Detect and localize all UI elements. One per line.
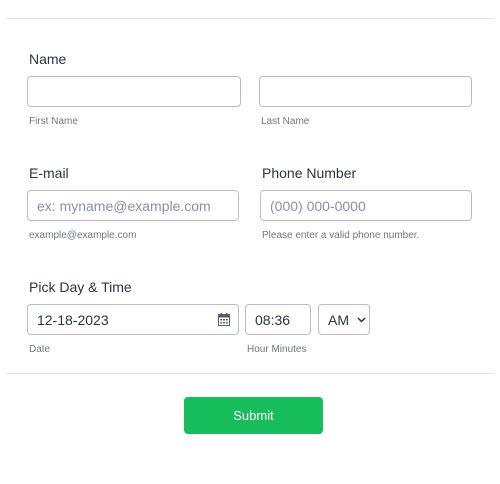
chevron-down-icon [357, 316, 366, 323]
phone-label: Phone Number [262, 165, 357, 181]
ampm-value: AM [328, 311, 349, 328]
last-name-sublabel: Last Name [261, 116, 310, 127]
datetime-label: Pick Day & Time [29, 279, 132, 295]
date-value: 12-18-2023 [37, 311, 109, 328]
name-label: Name [29, 51, 67, 67]
email-sublabel: example@example.com [29, 230, 137, 241]
time-value: 08:36 [255, 311, 291, 328]
first-name-input[interactable] [27, 76, 241, 107]
last-name-input[interactable] [259, 76, 472, 107]
phone-sublabel: Please enter a valid phone number. [262, 230, 420, 241]
date-sublabel: Date [29, 344, 51, 355]
calendar-icon[interactable] [218, 313, 230, 326]
date-input[interactable]: 12-18-2023 [27, 304, 239, 335]
time-input[interactable]: 08:36 [245, 304, 311, 335]
email-label: E-mail [29, 165, 69, 181]
submit-button[interactable]: Submit [184, 397, 323, 434]
first-name-sublabel: First Name [29, 116, 78, 127]
email-field[interactable]: ex: myname@example.com [27, 190, 239, 221]
time-sublabel: Hour Minutes [247, 344, 307, 355]
phone-placeholder: (000) 000-0000 [270, 197, 366, 214]
form-divider [6, 373, 494, 374]
top-divider [6, 18, 494, 19]
phone-field[interactable]: (000) 000-0000 [260, 190, 472, 221]
email-placeholder: ex: myname@example.com [37, 197, 211, 214]
ampm-select[interactable]: AM [318, 304, 370, 335]
